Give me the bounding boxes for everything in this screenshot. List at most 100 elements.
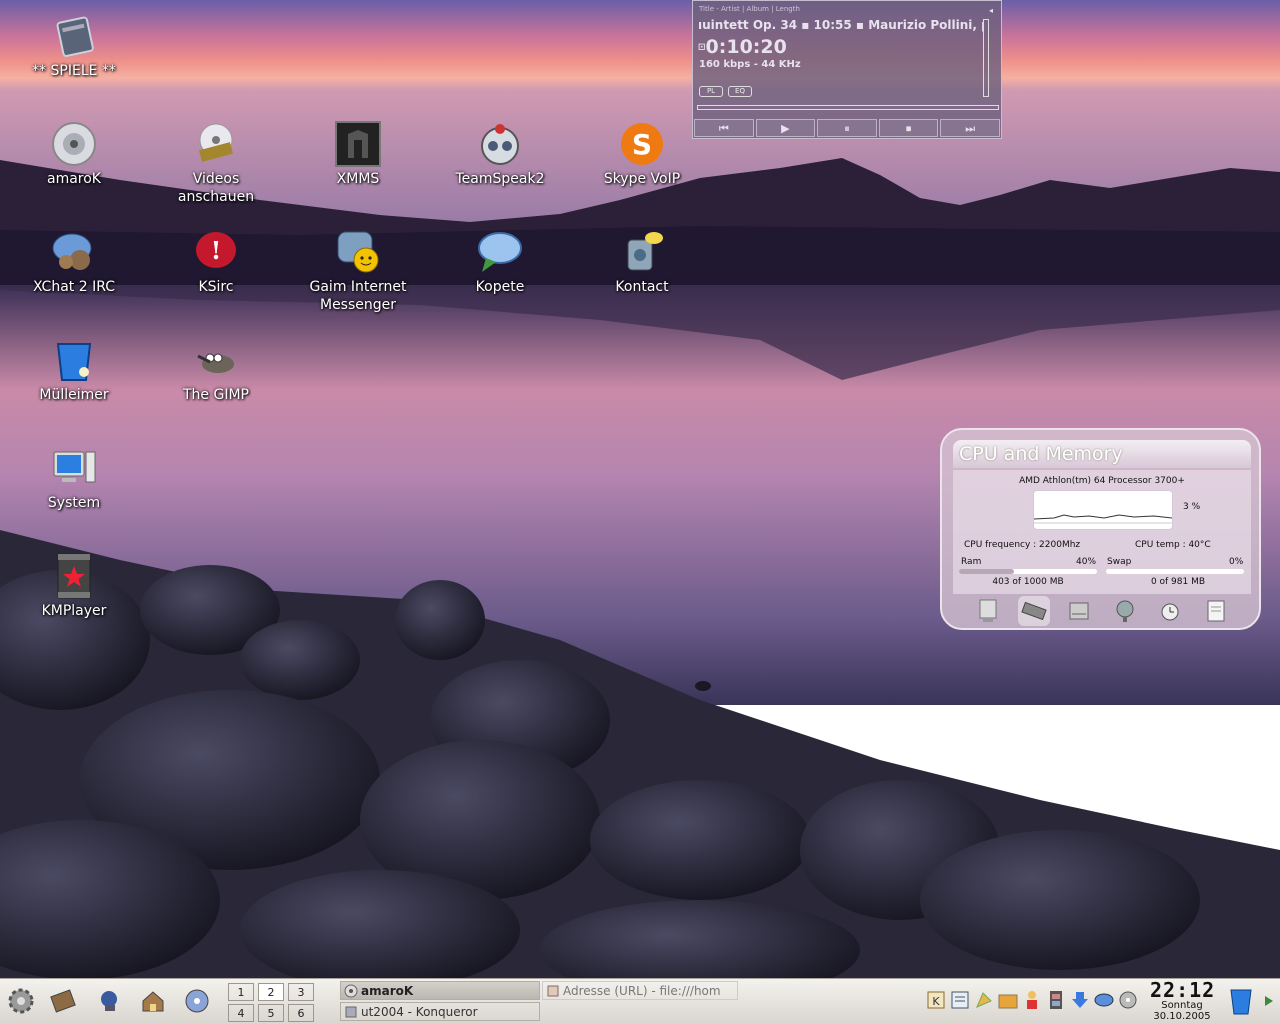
svg-text:S: S xyxy=(632,128,652,161)
pager-desktop-2[interactable]: 2 xyxy=(258,983,284,1001)
cpu-frequency: CPU frequency : 2200Mhz xyxy=(964,540,1081,550)
desktop-icon-teamspeak[interactable]: TeamSpeak2 xyxy=(440,120,560,188)
desktop-icon-spiele[interactable]: ** SPIELE ** xyxy=(14,12,134,80)
download-arrow-icon[interactable] xyxy=(1069,989,1091,1011)
taskbar-clock[interactable]: 22:12 Sonntag 30.10.2005 xyxy=(1150,980,1214,1022)
clock-time: 22:12 xyxy=(1150,978,1216,1002)
kopete-icon xyxy=(478,232,522,272)
task-label: Adresse (URL) - file:///hom xyxy=(563,984,721,998)
klipper-icon[interactable]: K xyxy=(925,989,947,1011)
person-icon[interactable] xyxy=(1021,989,1043,1011)
play-button[interactable]: ▶ xyxy=(755,119,816,137)
clock-date: 30.10.2005 xyxy=(1153,1011,1211,1022)
network-globe-tab-icon[interactable] xyxy=(1109,596,1141,626)
volume-slider[interactable] xyxy=(983,19,989,97)
playlist-toggle-button[interactable]: PL xyxy=(699,86,723,97)
taskbar-item-konqueror[interactable]: ut2004 - Konqueror xyxy=(340,1002,540,1021)
pager-desktop-6[interactable]: 6 xyxy=(288,1004,314,1022)
desktop-icon-ksirc[interactable]: ! KSirc xyxy=(156,228,276,296)
desktop-icon-kopete[interactable]: Kopete xyxy=(440,228,560,296)
kmenu-gear-icon[interactable] xyxy=(4,984,38,1018)
trash-icon[interactable] xyxy=(1224,984,1258,1018)
ram-usage-fill xyxy=(959,569,1015,574)
widget-body: AMD Athlon(tm) 64 Processor 3700+ 3 % CP… xyxy=(953,470,1251,594)
monitor-tab-icon[interactable] xyxy=(972,596,1004,626)
cpu-temperature: CPU temp : 40°C xyxy=(1135,540,1211,550)
taskbar-item-amarok[interactable]: amaroK xyxy=(340,981,540,1000)
panel-arrow-icon[interactable] xyxy=(1258,984,1280,1018)
ram-value: 403 of 1000 MB xyxy=(992,577,1064,587)
cd-icon[interactable] xyxy=(1117,989,1139,1011)
desktop-icon-xchat[interactable]: XChat 2 IRC xyxy=(14,228,134,296)
kmail-icon[interactable] xyxy=(973,989,995,1011)
desktop-icon-label: System xyxy=(47,495,101,511)
equalizer-toggle-button[interactable]: EQ xyxy=(728,86,752,97)
desktop-icon-kmplayer[interactable]: KMPlayer xyxy=(14,552,134,620)
desktop-icon-videos[interactable]: Videos anschauen xyxy=(156,120,276,206)
volume-icon[interactable]: ◂ xyxy=(989,6,993,15)
pager-desktop-3[interactable]: 3 xyxy=(288,983,314,1001)
desktop-icon-amarok[interactable]: amaroK xyxy=(14,120,134,188)
pager-desktop-4[interactable]: 4 xyxy=(228,1004,254,1022)
task-label: amaroK xyxy=(361,984,414,998)
konqueror-icon[interactable] xyxy=(92,984,126,1018)
pause-button[interactable]: ⏸ xyxy=(817,119,877,137)
alarm-clock-tab-icon[interactable] xyxy=(1154,596,1186,626)
previous-button[interactable]: ⏮ xyxy=(694,119,754,137)
computer-icon xyxy=(53,451,96,483)
desktop-icon-gaim[interactable]: Gaim Internet Messenger xyxy=(298,228,418,314)
seek-bar[interactable] xyxy=(697,105,999,110)
virtual-desktop-pager: 1 2 3 4 5 6 xyxy=(228,981,318,1023)
desktop-icon-label: KSirc xyxy=(198,279,234,295)
desktop-icon-kontact[interactable]: Kontact xyxy=(582,228,702,296)
pager-desktop-1[interactable]: 1 xyxy=(228,983,254,1001)
xmms-icon xyxy=(335,121,381,167)
desktop-icon-label: ** SPIELE ** xyxy=(32,63,116,79)
desktop-icon-label: Gaim Internet Messenger xyxy=(309,279,407,313)
memory-chip-tab-icon[interactable] xyxy=(1017,596,1050,626)
konqueror-page-icon xyxy=(547,985,559,997)
home-folder-icon[interactable] xyxy=(136,984,170,1018)
konqueror-icon xyxy=(345,1006,357,1018)
player-controls: ⏮ ▶ ⏸ ⏹ ⏭ xyxy=(693,118,1001,138)
folder-icon[interactable] xyxy=(997,989,1019,1011)
cpu-memory-widget[interactable]: CPU and Memory AMD Athlon(tm) 64 Process… xyxy=(940,428,1261,630)
media-player-window[interactable]: Title - Artist | Album | Length ◂ ıuinte… xyxy=(692,0,1002,139)
desktop-icon-label: Skype VoIP xyxy=(603,171,681,187)
swap-usage-bar xyxy=(1106,569,1244,574)
notes-tab-icon[interactable] xyxy=(1200,596,1232,626)
video-disc-icon xyxy=(198,123,234,162)
stop-button[interactable]: ⏹ xyxy=(878,119,939,137)
desktop-show-icon[interactable] xyxy=(46,984,80,1018)
desktop-icon-label: The GIMP xyxy=(183,387,249,403)
amarok-icon xyxy=(344,984,358,998)
desktop-icon-system[interactable]: System xyxy=(14,444,134,512)
gimp-icon xyxy=(197,353,234,373)
desktop-icon-label: XMMS xyxy=(336,171,380,187)
svg-text:!: ! xyxy=(211,236,222,265)
film-icon[interactable] xyxy=(1045,989,1067,1011)
gaim-icon xyxy=(337,231,379,273)
cpu-load-percent: 3 % xyxy=(1183,502,1201,512)
desktop-icon-label: Videos anschauen xyxy=(177,171,255,205)
cd-player-icon[interactable] xyxy=(180,984,214,1018)
swap-value: 0 of 981 MB xyxy=(1150,577,1206,587)
desktop-icon-gimp[interactable]: The GIMP xyxy=(156,336,276,404)
next-button[interactable]: ⏭ xyxy=(940,119,1000,137)
ksirc-icon: ! xyxy=(196,232,236,268)
notes-icon[interactable] xyxy=(949,989,971,1011)
desktop-icon-trash[interactable]: Mülleimer xyxy=(14,336,134,404)
harddisk-tab-icon[interactable] xyxy=(1063,596,1095,626)
widget-title: CPU and Memory xyxy=(953,440,1251,468)
desktop-icon-skype[interactable]: S Skype VoIP xyxy=(582,120,702,188)
swap-percent: 0% xyxy=(1229,557,1244,567)
desktop-icon-label: Kopete xyxy=(475,279,525,295)
network-icon[interactable] xyxy=(1093,989,1115,1011)
widget-tabs xyxy=(972,596,1232,626)
kde-taskbar: 1 2 3 4 5 6 amaroK ut2004 - Konqueror Ad… xyxy=(0,978,1280,1024)
player-bitrate: 160 kbps - 44 KHz xyxy=(699,59,801,70)
desktop-icon-label: Mülleimer xyxy=(39,387,109,403)
taskbar-item-address[interactable]: Adresse (URL) - file:///hom xyxy=(542,981,738,1000)
pager-desktop-5[interactable]: 5 xyxy=(258,1004,284,1022)
desktop-icon-xmms[interactable]: XMMS xyxy=(298,120,418,188)
